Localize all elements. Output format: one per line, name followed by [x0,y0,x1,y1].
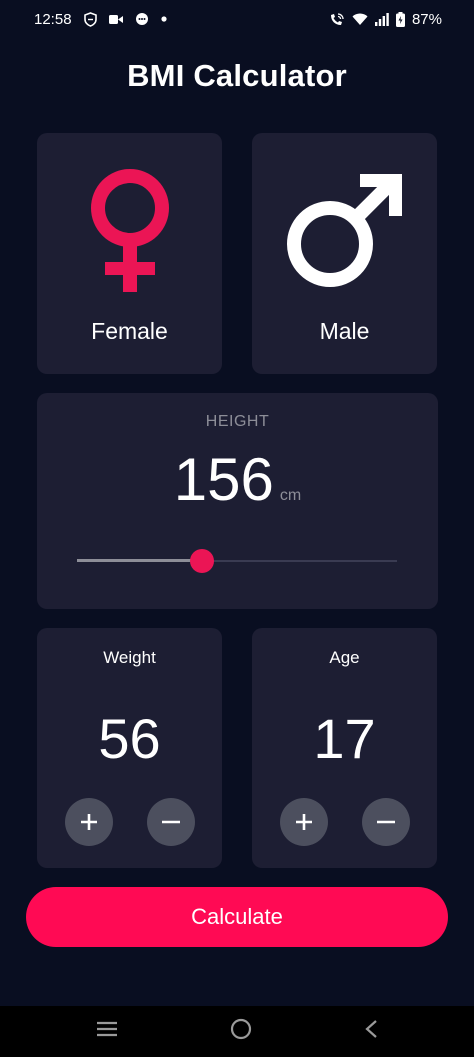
weight-card: Weight 56 [37,628,222,868]
age-label: Age [329,648,360,667]
female-label: Female [91,318,168,344]
navigation-bar [0,1006,474,1057]
slider-fill [77,559,202,562]
signal-icon [374,12,389,26]
dot-icon [160,16,167,22]
height-label: HEIGHT [205,413,270,430]
male-card[interactable]: Male [252,133,437,374]
page-title: BMI Calculator [127,58,347,93]
status-left: 12:58 [34,11,167,28]
minus-icon [377,820,395,824]
wifi-call-icon [329,12,345,27]
calculate-button[interactable]: Calculate [26,887,448,947]
height-slider[interactable] [77,549,397,573]
status-right: 87% [329,11,442,28]
shield-icon [83,11,97,27]
age-buttons [280,798,410,846]
age-value: 17 [313,707,376,770]
battery-icon [395,11,405,27]
screen: 12:58 87% BMI Calculator Female Male HEI… [0,0,474,1057]
wifi-icon [352,13,368,26]
weight-label: Weight [103,648,156,667]
height-unit: cm [279,487,302,504]
male-icon [280,161,410,296]
slider-thumb[interactable] [189,549,214,573]
height-card: HEIGHT 156 cm [37,393,438,609]
height-value: 156 [173,446,274,513]
home-icon[interactable] [230,1018,252,1045]
weight-buttons [65,798,195,846]
female-card[interactable]: Female [37,133,222,374]
back-icon[interactable] [364,1019,378,1044]
weight-value: 56 [98,707,161,770]
weight-decrement-button[interactable] [147,798,195,846]
plus-icon [296,814,312,830]
minus-icon [162,820,180,824]
battery-level: 87% [411,10,442,28]
male-label: Male [319,318,370,344]
height-value-row: 156 cm [37,445,438,514]
age-card: Age 17 [252,628,437,868]
plus-icon [81,814,97,830]
recents-icon[interactable] [96,1020,118,1043]
status-bar: 12:58 87% [0,0,474,38]
age-decrement-button[interactable] [362,798,410,846]
age-increment-button[interactable] [280,798,328,846]
status-time: 12:58 [34,10,72,28]
female-icon [85,161,175,296]
chat-icon [135,12,149,26]
video-icon [108,14,123,25]
weight-increment-button[interactable] [65,798,113,846]
